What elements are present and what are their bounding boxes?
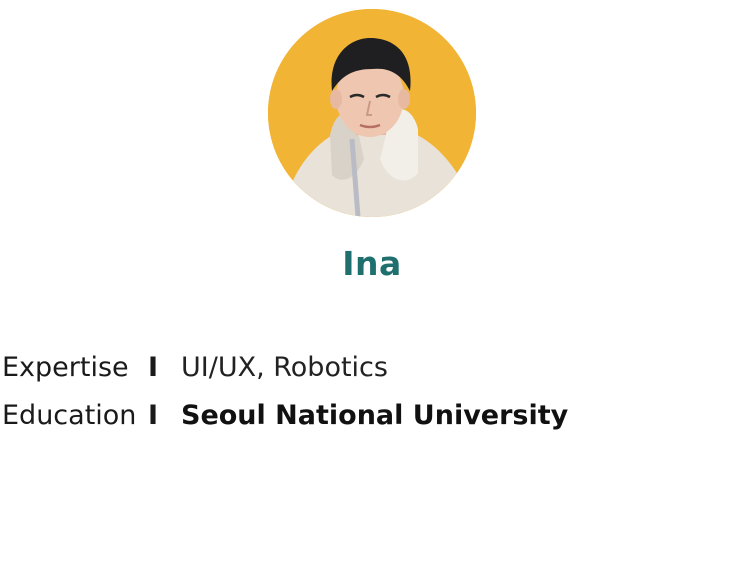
detail-row-education: Education I Seoul National University (2, 396, 568, 436)
profile-name: Ina (342, 244, 402, 283)
education-label: Education (2, 400, 137, 431)
expertise-separator: I (148, 352, 159, 383)
profile-avatar (268, 9, 476, 217)
expertise-label: Expertise (2, 352, 129, 383)
education-separator: I (148, 400, 159, 431)
profile-photo (268, 9, 476, 217)
detail-row-expertise: Expertise I UI/UX, Robotics (2, 348, 568, 388)
expertise-value: UI/UX, Robotics (181, 352, 388, 383)
profile-details: Expertise I UI/UX, Robotics Education I … (2, 348, 568, 444)
education-value: Seoul National University (181, 400, 569, 431)
